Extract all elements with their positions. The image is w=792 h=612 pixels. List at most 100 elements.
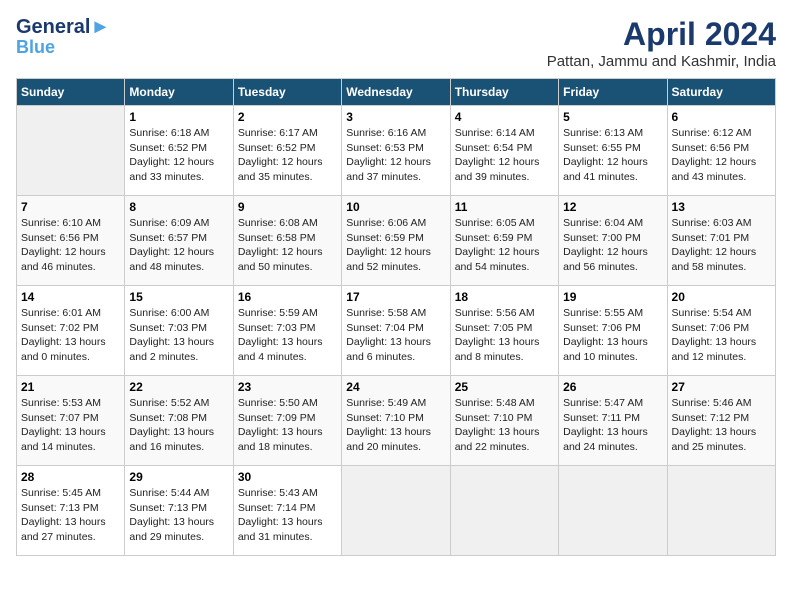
- cell-date: 12: [563, 200, 662, 214]
- calendar-cell: 18Sunrise: 5:56 AM Sunset: 7:05 PM Dayli…: [450, 286, 558, 376]
- calendar-cell: 4 Sunrise: 6:14 AM Sunset: 6:54 PM Daylig…: [450, 106, 558, 196]
- cell-date: 27: [672, 380, 771, 394]
- cell-info: Sunrise: 5:48 AM Sunset: 7:10 PM Dayligh…: [455, 396, 554, 455]
- cell-date: 20: [672, 290, 771, 304]
- cell-info: Sunrise: 5:44 AM Sunset: 7:13 PM Dayligh…: [129, 486, 228, 545]
- header-monday: Monday: [125, 79, 233, 106]
- cell-date: 15: [129, 290, 228, 304]
- calendar-cell: 6 Sunrise: 6:12 AM Sunset: 6:56 PM Daylig…: [667, 106, 775, 196]
- calendar-cell: 9 Sunrise: 6:08 AM Sunset: 6:58 PM Daylig…: [233, 196, 341, 286]
- cell-info: Sunrise: 5:58 AM Sunset: 7:04 PM Dayligh…: [346, 306, 445, 365]
- cell-info: Sunrise: 5:52 AM Sunset: 7:08 PM Dayligh…: [129, 396, 228, 455]
- cell-info: Sunrise: 6:05 AM Sunset: 6:59 PM Dayligh…: [455, 216, 554, 275]
- calendar-cell: 28 Sunrise: 5:45 AM Sunset: 7:13 PM Dayli…: [17, 466, 125, 556]
- cell-date: 16: [238, 290, 337, 304]
- cell-date: 3: [346, 110, 445, 124]
- cell-date: 11: [455, 200, 554, 214]
- cell-info: Sunrise: 6:08 AM Sunset: 6:58 PM Dayligh…: [238, 216, 337, 275]
- calendar-cell: 19Sunrise: 5:55 AM Sunset: 7:06 PM Dayli…: [559, 286, 667, 376]
- week-row-3: 14 Sunrise: 6:01 AM Sunset: 7:02 PM Dayli…: [17, 286, 776, 376]
- calendar-cell: 29Sunrise: 5:44 AM Sunset: 7:13 PM Dayli…: [125, 466, 233, 556]
- cell-date: 14: [21, 290, 120, 304]
- cell-date: 30: [238, 470, 337, 484]
- cell-info: Sunrise: 5:59 AM Sunset: 7:03 PM Dayligh…: [238, 306, 337, 365]
- cell-date: 25: [455, 380, 554, 394]
- logo-blue: Blue: [16, 38, 55, 58]
- calendar-cell: 22 Sunrise: 5:52 AM Sunset: 7:08 PM Dayli…: [125, 376, 233, 466]
- cell-date: 26: [563, 380, 662, 394]
- cell-date: 22: [129, 380, 228, 394]
- calendar-cell: 17 Sunrise: 5:58 AM Sunset: 7:04 PM Dayli…: [342, 286, 450, 376]
- calendar-cell: 16 Sunrise: 5:59 AM Sunset: 7:03 PM Dayli…: [233, 286, 341, 376]
- header-tuesday: Tuesday: [233, 79, 341, 106]
- cell-info: Sunrise: 6:18 AM Sunset: 6:52 PM Dayligh…: [129, 126, 228, 185]
- page-header: General► Blue April 2024 Pattan, Jammu a…: [16, 16, 776, 70]
- week-row-4: 21 Sunrise: 5:53 AM Sunset: 7:07 PM Dayli…: [17, 376, 776, 466]
- cell-date: 1: [129, 110, 228, 124]
- calendar-cell: 25 Sunrise: 5:48 AM Sunset: 7:10 PM Dayli…: [450, 376, 558, 466]
- cell-info: Sunrise: 6:12 AM Sunset: 6:56 PM Dayligh…: [672, 126, 771, 185]
- calendar-cell: 12 Sunrise: 6:04 AM Sunset: 7:00 PM Dayli…: [559, 196, 667, 286]
- calendar-cell: 11 Sunrise: 6:05 AM Sunset: 6:59 PM Dayli…: [450, 196, 558, 286]
- calendar-cell: 2 Sunrise: 6:17 AM Sunset: 6:52 PM Daylig…: [233, 106, 341, 196]
- calendar-cell: 15Sunrise: 6:00 AM Sunset: 7:03 PM Dayli…: [125, 286, 233, 376]
- calendar-cell: 23Sunrise: 5:50 AM Sunset: 7:09 PM Dayli…: [233, 376, 341, 466]
- calendar-cell: 10Sunrise: 6:06 AM Sunset: 6:59 PM Dayli…: [342, 196, 450, 286]
- header-friday: Friday: [559, 79, 667, 106]
- calendar-cell: 1 Sunrise: 6:18 AM Sunset: 6:52 PM Daylig…: [125, 106, 233, 196]
- cell-date: 23: [238, 380, 337, 394]
- calendar-table: SundayMondayTuesdayWednesdayThursdayFrid…: [16, 78, 776, 556]
- cell-info: Sunrise: 6:03 AM Sunset: 7:01 PM Dayligh…: [672, 216, 771, 275]
- calendar-cell: 27 Sunrise: 5:46 AM Sunset: 7:12 PM Dayli…: [667, 376, 775, 466]
- calendar-header-row: SundayMondayTuesdayWednesdayThursdayFrid…: [17, 79, 776, 106]
- cell-info: Sunrise: 6:17 AM Sunset: 6:52 PM Dayligh…: [238, 126, 337, 185]
- cell-info: Sunrise: 6:09 AM Sunset: 6:57 PM Dayligh…: [129, 216, 228, 275]
- cell-info: Sunrise: 5:45 AM Sunset: 7:13 PM Dayligh…: [21, 486, 120, 545]
- cell-date: 2: [238, 110, 337, 124]
- title-block: April 2024 Pattan, Jammu and Kashmir, In…: [547, 16, 776, 70]
- cell-date: 28: [21, 470, 120, 484]
- calendar-cell: [559, 466, 667, 556]
- calendar-cell: 14 Sunrise: 6:01 AM Sunset: 7:02 PM Dayli…: [17, 286, 125, 376]
- cell-info: Sunrise: 6:13 AM Sunset: 6:55 PM Dayligh…: [563, 126, 662, 185]
- calendar-cell: [450, 466, 558, 556]
- main-title: April 2024: [547, 16, 776, 53]
- header-sunday: Sunday: [17, 79, 125, 106]
- cell-date: 19: [563, 290, 662, 304]
- week-row-1: 1 Sunrise: 6:18 AM Sunset: 6:52 PM Daylig…: [17, 106, 776, 196]
- cell-info: Sunrise: 6:14 AM Sunset: 6:54 PM Dayligh…: [455, 126, 554, 185]
- week-row-2: 7Sunrise: 6:10 AM Sunset: 6:56 PM Daylig…: [17, 196, 776, 286]
- calendar-cell: 24 Sunrise: 5:49 AM Sunset: 7:10 PM Dayli…: [342, 376, 450, 466]
- calendar-cell: 30 Sunrise: 5:43 AM Sunset: 7:14 PM Dayli…: [233, 466, 341, 556]
- cell-info: Sunrise: 5:49 AM Sunset: 7:10 PM Dayligh…: [346, 396, 445, 455]
- cell-info: Sunrise: 5:46 AM Sunset: 7:12 PM Dayligh…: [672, 396, 771, 455]
- calendar-cell: 20Sunrise: 5:54 AM Sunset: 7:06 PM Dayli…: [667, 286, 775, 376]
- cell-info: Sunrise: 5:47 AM Sunset: 7:11 PM Dayligh…: [563, 396, 662, 455]
- calendar-cell: 7Sunrise: 6:10 AM Sunset: 6:56 PM Daylig…: [17, 196, 125, 286]
- cell-date: 4: [455, 110, 554, 124]
- cell-info: Sunrise: 6:10 AM Sunset: 6:56 PM Dayligh…: [21, 216, 120, 275]
- cell-info: Sunrise: 6:01 AM Sunset: 7:02 PM Dayligh…: [21, 306, 120, 365]
- cell-date: 9: [238, 200, 337, 214]
- calendar-cell: 8Sunrise: 6:09 AM Sunset: 6:57 PM Daylig…: [125, 196, 233, 286]
- cell-date: 6: [672, 110, 771, 124]
- cell-date: 10: [346, 200, 445, 214]
- calendar-cell: 5 Sunrise: 6:13 AM Sunset: 6:55 PM Daylig…: [559, 106, 667, 196]
- cell-info: Sunrise: 6:04 AM Sunset: 7:00 PM Dayligh…: [563, 216, 662, 275]
- calendar-cell: 3Sunrise: 6:16 AM Sunset: 6:53 PM Daylig…: [342, 106, 450, 196]
- cell-info: Sunrise: 5:43 AM Sunset: 7:14 PM Dayligh…: [238, 486, 337, 545]
- cell-date: 5: [563, 110, 662, 124]
- cell-date: 17: [346, 290, 445, 304]
- calendar-cell: [342, 466, 450, 556]
- logo: General► Blue: [16, 16, 110, 58]
- cell-date: 21: [21, 380, 120, 394]
- calendar-cell: 13 Sunrise: 6:03 AM Sunset: 7:01 PM Dayli…: [667, 196, 775, 286]
- cell-date: 13: [672, 200, 771, 214]
- subtitle: Pattan, Jammu and Kashmir, India: [547, 53, 776, 70]
- header-wednesday: Wednesday: [342, 79, 450, 106]
- cell-info: Sunrise: 5:53 AM Sunset: 7:07 PM Dayligh…: [21, 396, 120, 455]
- calendar-cell: [17, 106, 125, 196]
- cell-date: 24: [346, 380, 445, 394]
- logo-text: General►: [16, 16, 110, 38]
- calendar-cell: 26 Sunrise: 5:47 AM Sunset: 7:11 PM Dayli…: [559, 376, 667, 466]
